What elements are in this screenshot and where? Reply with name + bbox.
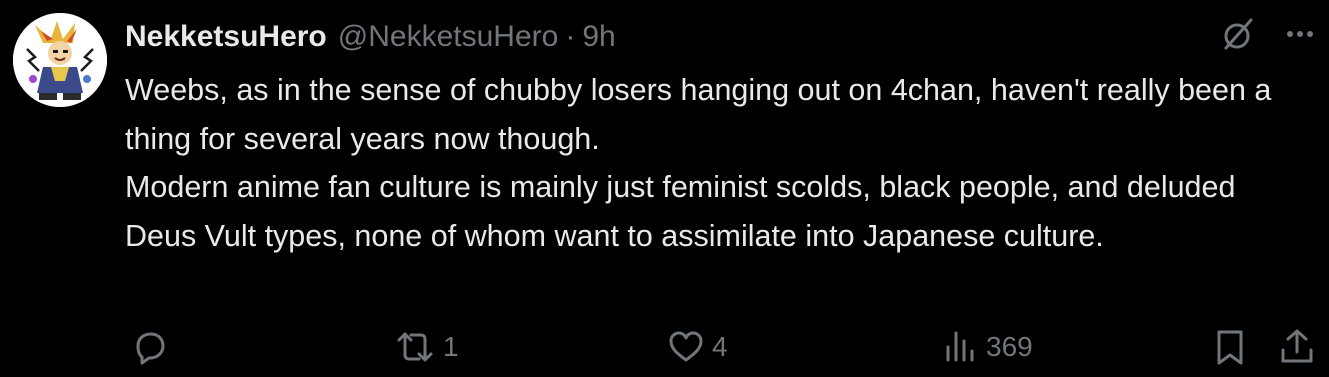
views-icon	[946, 331, 974, 362]
tweet-text-paragraph: Weebs, as in the sense of chubby losers …	[125, 73, 1272, 156]
timestamp[interactable]: 9h	[582, 20, 615, 54]
tweet-actions: 1 4 369	[0, 325, 1329, 369]
tweet-top-actions	[1217, 14, 1315, 54]
reply-icon	[136, 332, 165, 365]
reply-button[interactable]	[130, 325, 176, 369]
views-count: 369	[986, 331, 1033, 362]
retweet-count: 1	[443, 331, 459, 362]
share-icon	[1281, 329, 1313, 363]
bookmark-button[interactable]	[1210, 325, 1250, 369]
like-count: 4	[712, 331, 728, 362]
heart-icon	[669, 331, 703, 362]
views-button[interactable]: 369	[940, 325, 1033, 369]
tweet-text: Weebs, as in the sense of chubby losers …	[125, 66, 1315, 260]
avatar[interactable]	[13, 13, 107, 107]
more-icon	[1287, 31, 1313, 37]
bookmark-icon	[1217, 330, 1243, 365]
more-options-button[interactable]	[1285, 19, 1315, 49]
tweet[interactable]: NekketsuHero @NekketsuHero · 9h Weebs, a…	[0, 0, 1329, 377]
like-button[interactable]: 4	[666, 325, 728, 369]
user-handle[interactable]: @NekketsuHero	[338, 20, 559, 54]
grok-button[interactable]	[1217, 14, 1257, 54]
separator-dot: ·	[565, 20, 576, 53]
grok-icon	[1224, 18, 1253, 50]
retweet-button[interactable]: 1	[393, 325, 459, 369]
display-name[interactable]: NekketsuHero	[125, 20, 327, 54]
tweet-header: NekketsuHero @NekketsuHero · 9h	[125, 16, 616, 58]
share-button[interactable]	[1277, 325, 1317, 369]
retweet-icon	[397, 332, 433, 362]
anime-character-avatar-icon	[13, 13, 107, 107]
tweet-text-paragraph: Modern anime fan culture is mainly just …	[125, 170, 1236, 253]
